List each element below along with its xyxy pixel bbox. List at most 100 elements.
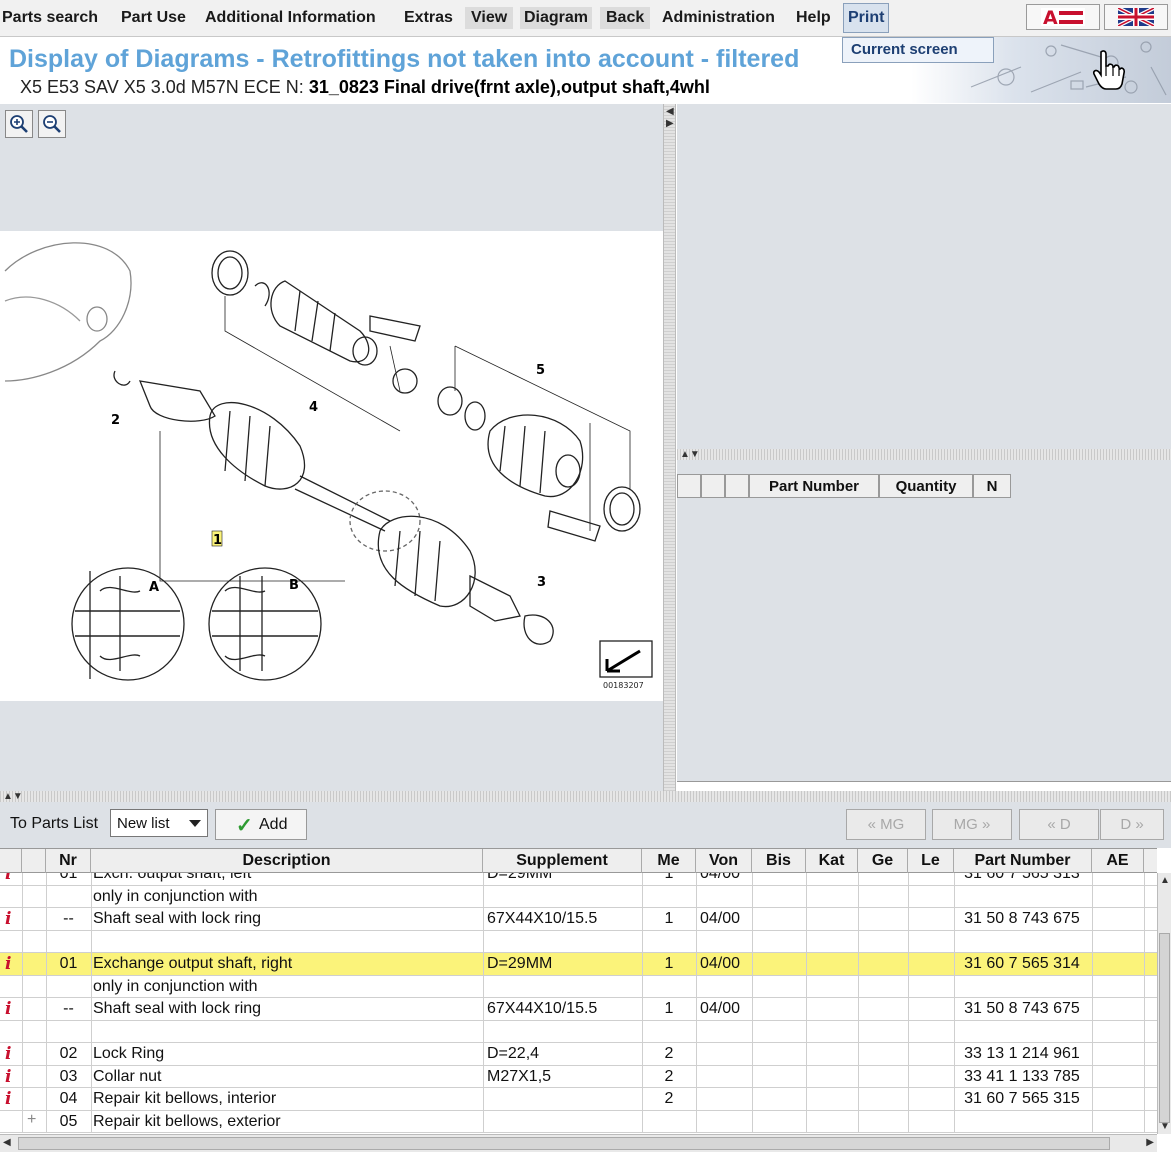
cell-me <box>642 1111 696 1133</box>
column-divider <box>806 885 807 907</box>
callout-1[interactable]: 1 <box>213 533 222 548</box>
plus-icon[interactable]: + <box>27 1111 36 1129</box>
column-divider <box>908 930 909 952</box>
parts-diagram[interactable]: 5 2 4 1 3 A B 00183207 <box>0 231 663 701</box>
print-dropdown-menu[interactable]: Current screen <box>842 37 994 63</box>
prev-d-button[interactable]: « D <box>1019 809 1099 840</box>
table-row[interactable]: +05 Repair kit bellows, exterior <box>0 1110 1157 1133</box>
col-von[interactable]: Von <box>696 849 752 873</box>
zoom-out-button[interactable] <box>38 110 66 138</box>
menu-view[interactable]: View <box>465 7 514 29</box>
flag-a-button[interactable]: A <box>1026 4 1100 30</box>
info-icon[interactable]: i <box>5 954 11 974</box>
table-row[interactable] <box>0 1020 1157 1043</box>
info-icon[interactable]: i <box>5 909 11 929</box>
cell-desc: only in conjunction with <box>93 977 258 995</box>
print-current-screen-item[interactable]: Current screen <box>851 41 958 58</box>
table-row[interactable]: i -- Shaft seal with lock ring 67X44X10/15.… <box>0 998 1157 1021</box>
add-button[interactable]: ✓ Add <box>215 809 307 840</box>
flag-uk-icon <box>1118 8 1154 26</box>
column-divider <box>696 908 697 930</box>
side-col-quantity[interactable]: Quantity <box>879 474 973 498</box>
column-divider <box>91 930 92 952</box>
col-le[interactable]: Le <box>908 849 954 873</box>
cell-me: 1 <box>664 1000 674 1017</box>
column-divider <box>22 1020 23 1042</box>
info-icon[interactable]: i <box>5 999 11 1019</box>
table-row[interactable]: only in conjunction with <box>0 885 1157 908</box>
next-mg-button[interactable]: MG » <box>932 809 1012 840</box>
flag-uk-button[interactable] <box>1104 4 1168 30</box>
side-col-n[interactable]: N <box>973 474 1011 498</box>
side-col-blank-1 <box>677 474 701 498</box>
cell-me: 2 <box>664 1045 674 1062</box>
column-divider <box>752 930 753 952</box>
col-me[interactable]: Me <box>642 849 696 873</box>
callout-2[interactable]: 2 <box>111 413 120 428</box>
vertical-scroll-thumb[interactable] <box>1159 933 1170 1123</box>
column-divider <box>1092 930 1093 952</box>
col-ge[interactable]: Ge <box>858 849 908 873</box>
cell-nr: 03 <box>59 1067 78 1085</box>
table-row[interactable]: i -- Shaft seal with lock ring 67X44X10/15.… <box>0 908 1157 931</box>
menu-parts-search[interactable]: Parts search <box>2 7 98 29</box>
callout-3[interactable]: 3 <box>537 575 546 590</box>
horizontal-scroll-thumb[interactable] <box>18 1137 1110 1150</box>
diagram-panel: 5 2 4 1 3 A B 00183207 <box>0 104 663 791</box>
prev-mg-button[interactable]: « MG <box>846 809 926 840</box>
menu-print[interactable]: Print <box>843 3 890 33</box>
column-divider <box>696 1110 697 1132</box>
cell-pn <box>954 931 1090 953</box>
menu-extras[interactable]: Extras <box>404 7 453 29</box>
col-bis[interactable]: Bis <box>752 849 806 873</box>
column-divider <box>858 908 859 930</box>
menu-help[interactable]: Help <box>796 7 831 29</box>
vertical-splitter[interactable]: ◀ ▶ <box>663 104 676 791</box>
col-nr[interactable]: Nr <box>46 849 91 873</box>
col-ae[interactable]: AE <box>1092 849 1144 873</box>
callout-5[interactable]: 5 <box>536 363 545 378</box>
menu-part-use[interactable]: Part Use <box>121 7 186 29</box>
column-divider <box>908 908 909 930</box>
cell-nr: 04 <box>59 1090 78 1107</box>
zoom-in-button[interactable] <box>5 110 33 138</box>
col-description[interactable]: Description <box>91 849 483 873</box>
right-splitter[interactable]: ▲▼ <box>677 449 1171 460</box>
column-divider <box>22 953 23 975</box>
table-row[interactable]: i 03 Collar nut M27X1,5 2 33 41 1 133 785 <box>0 1065 1157 1088</box>
column-divider <box>696 1088 697 1110</box>
cell-desc: Collar nut <box>93 1067 162 1085</box>
table-row[interactable]: only in conjunction with <box>0 975 1157 998</box>
table-row[interactable]: i 01 Exchange output shaft, right D=29MM 1 04… <box>0 953 1157 976</box>
next-d-button[interactable]: D » <box>1100 809 1164 840</box>
column-divider <box>858 1088 859 1110</box>
info-icon[interactable]: i <box>5 1044 11 1064</box>
parts-list-select[interactable]: New list <box>110 809 208 837</box>
cell-nr <box>46 976 91 998</box>
col-part-number[interactable]: Part Number <box>954 849 1092 873</box>
col-supplement[interactable]: Supplement <box>483 849 642 873</box>
column-divider <box>752 908 753 930</box>
side-col-part-number[interactable]: Part Number <box>749 474 879 498</box>
col-kat[interactable]: Kat <box>806 849 858 873</box>
menu-diagram[interactable]: Diagram <box>520 7 593 29</box>
callout-4[interactable]: 4 <box>309 400 318 415</box>
column-divider <box>752 1065 753 1087</box>
info-icon[interactable]: i <box>5 1089 11 1109</box>
table-vertical-scrollbar[interactable]: ▲ ▼ <box>1157 873 1171 1134</box>
table-horizontal-scrollbar[interactable]: ◀ ▶ <box>0 1134 1157 1152</box>
menu-back[interactable]: Back <box>600 7 651 29</box>
table-row[interactable] <box>0 930 1157 953</box>
info-icon[interactable]: i <box>5 1067 11 1087</box>
column-divider <box>22 908 23 930</box>
column-divider <box>1092 1020 1093 1042</box>
cell-desc <box>93 1021 481 1043</box>
column-divider <box>483 1088 484 1110</box>
table-row[interactable]: i 04 Repair kit bellows, interior 2 31 60 7 … <box>0 1088 1157 1111</box>
table-row[interactable]: i 02 Lock Ring D=22,4 2 33 13 1 214 961 <box>0 1043 1157 1066</box>
main-splitter[interactable]: ▲▼ <box>0 791 1171 802</box>
cell-me <box>642 886 696 908</box>
menu-administration[interactable]: Administration <box>662 7 775 29</box>
menu-additional-information[interactable]: Additional Information <box>205 7 376 29</box>
column-divider <box>1144 1020 1145 1042</box>
